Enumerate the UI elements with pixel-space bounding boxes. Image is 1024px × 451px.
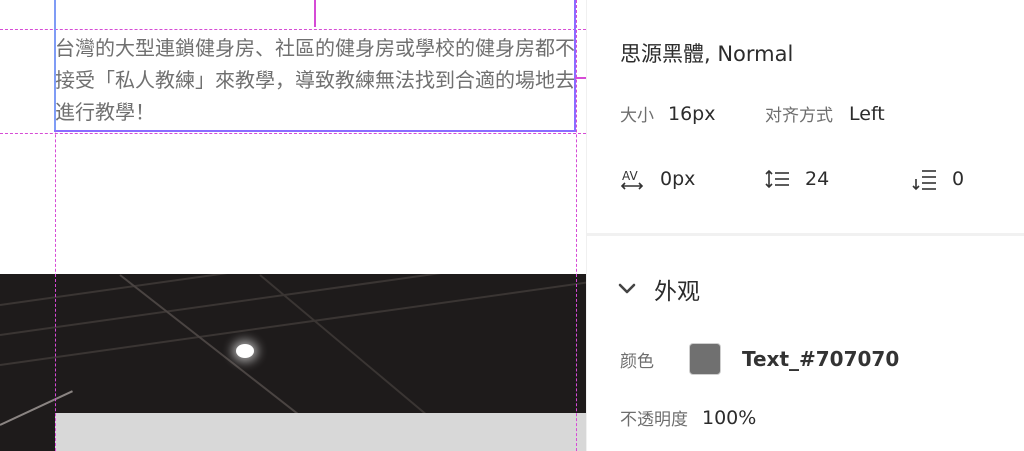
guide-line-vertical <box>55 274 56 451</box>
photo-detail <box>0 274 586 336</box>
color-label: 颜色 <box>620 351 654 372</box>
svg-text:AV: AV <box>622 169 638 183</box>
guide-line-horizontal <box>0 29 586 30</box>
paragraph-spacing-icon <box>912 170 936 191</box>
opacity-row: 不透明度 100% <box>620 405 756 431</box>
color-asset-name[interactable]: Text_#707070 <box>742 347 899 371</box>
gym-photo[interactable] <box>0 274 586 451</box>
line-spacing-row: 24 <box>765 167 829 191</box>
para-spacing-field[interactable]: 0 <box>952 168 964 190</box>
ceiling-light <box>236 344 254 358</box>
font-size-field[interactable]: 16px <box>668 103 715 125</box>
line-height-icon <box>765 169 789 189</box>
char-spacing-field[interactable]: 0px <box>660 168 695 190</box>
char-spacing-row: AV 0px <box>620 167 695 191</box>
spacing-indicator <box>575 77 586 79</box>
font-family-select[interactable]: 思源黑體, Normal <box>620 38 793 68</box>
design-canvas[interactable]: 台灣的大型連鎖健身房、社區的健身房或學校的健身房都不接受「私人教練」來教學，導致… <box>0 0 586 451</box>
para-spacing-row: 0 <box>912 167 964 191</box>
selection-edge-bottom <box>54 130 576 132</box>
align-row: 对齐方式 Left <box>765 101 885 127</box>
guide-line-vertical <box>576 274 577 451</box>
color-swatch[interactable] <box>689 343 721 375</box>
align-select[interactable]: Left <box>849 103 885 125</box>
section-divider <box>587 233 1024 236</box>
selection-edge-right <box>574 0 576 132</box>
selected-text-block[interactable]: 台灣的大型連鎖健身房、社區的健身房或學校的健身房都不接受「私人教練」來教學，導致… <box>55 32 575 132</box>
opacity-label: 不透明度 <box>620 410 688 430</box>
appearance-section-toggle[interactable]: 外观 <box>618 272 700 306</box>
size-row: 大小 16px <box>620 101 715 127</box>
letter-spacing-icon: AV <box>620 169 644 190</box>
line-spacing-field[interactable]: 24 <box>805 168 829 190</box>
selection-edge-left <box>54 0 56 132</box>
align-label: 对齐方式 <box>765 106 833 126</box>
spacing-indicator <box>314 0 316 27</box>
size-label: 大小 <box>620 106 654 126</box>
appearance-title: 外观 <box>654 279 700 305</box>
guide-line-horizontal <box>0 133 586 134</box>
color-row: 颜色 Text_#707070 <box>620 343 899 375</box>
chevron-down-icon <box>618 283 636 294</box>
opacity-field[interactable]: 100% <box>702 407 756 429</box>
content-panel[interactable] <box>55 413 586 451</box>
